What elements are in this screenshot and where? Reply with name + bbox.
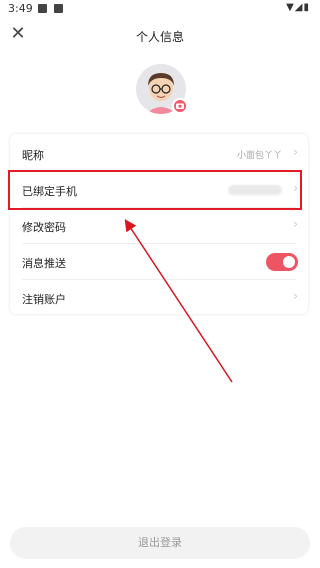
status-time: 3:49 (8, 2, 33, 15)
nav-bar: ✕ 个人信息 (0, 22, 320, 48)
chevron-right-icon: › (293, 217, 298, 231)
gallery-notification-icon (38, 4, 47, 13)
logout-button[interactable]: 退出登录 (10, 527, 310, 559)
app-notification-icon (54, 4, 63, 13)
nickname-value: 小面包丫丫 (236, 151, 282, 161)
annotation-highlight-box (8, 170, 302, 210)
row-label-nickname: 昵称 (22, 149, 44, 162)
camera-icon[interactable] (172, 98, 188, 114)
signal-wifi-battery-icon: ▼◢▮ (286, 2, 310, 13)
row-change-password[interactable]: 修改密码 › (10, 208, 308, 244)
toggle-knob (283, 256, 295, 268)
page-title: 个人信息 (135, 30, 184, 44)
settings-card: 昵称 小面包丫丫 › 已绑定手机 › 修改密码 › 消息推送 注销账户 › (10, 134, 308, 314)
row-label-change-password: 修改密码 (22, 221, 66, 234)
chevron-right-icon: › (293, 145, 298, 159)
status-bar: 3:49 ▼◢▮ (0, 0, 320, 18)
avatar-container[interactable] (136, 64, 190, 118)
row-label-push: 消息推送 (22, 257, 66, 270)
row-nickname[interactable]: 昵称 小面包丫丫 › (10, 136, 308, 172)
row-delete-account[interactable]: 注销账户 › (10, 280, 308, 316)
chevron-right-icon: › (293, 289, 298, 303)
row-push-notifications: 消息推送 (10, 244, 308, 280)
push-toggle[interactable] (266, 253, 298, 271)
row-label-delete-account: 注销账户 (22, 293, 66, 306)
